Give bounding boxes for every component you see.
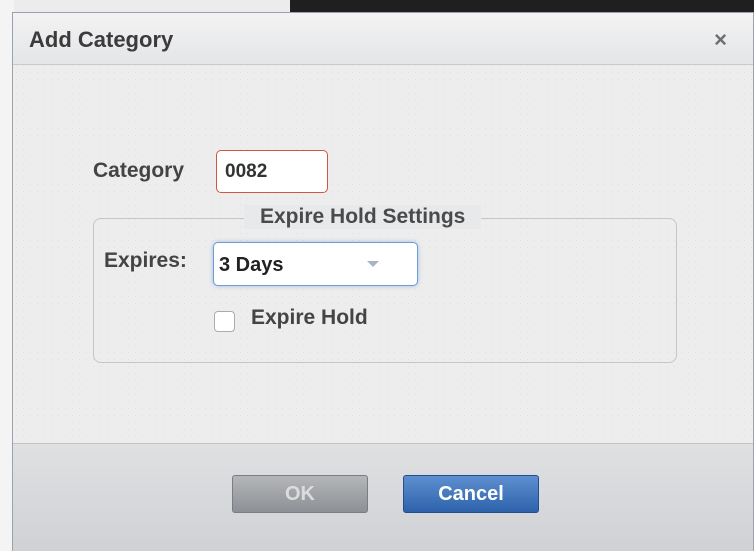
expire-hold-checkbox[interactable] [214, 311, 235, 332]
dialog-titlebar: Add Category × [13, 13, 753, 65]
expires-label: Expires: [104, 249, 187, 272]
cancel-button[interactable]: Cancel [403, 475, 539, 513]
expire-hold-settings-group: Expire Hold Settings Expires: 3 Days Exp… [93, 205, 677, 363]
expires-selected-value: 3 Days [219, 254, 284, 276]
expire-hold-label[interactable]: Expire Hold [251, 306, 368, 330]
category-input[interactable] [216, 150, 328, 193]
close-icon[interactable]: × [714, 27, 727, 53]
fieldset-legend: Expire Hold Settings [244, 205, 482, 229]
dialog-footer: OK Cancel [13, 443, 753, 551]
category-label: Category [93, 159, 185, 182]
chevron-down-icon [367, 261, 379, 267]
add-category-dialog: Add Category × Category Expire Hold Sett… [12, 12, 754, 551]
expires-dropdown[interactable]: 3 Days [213, 242, 418, 286]
dialog-title: Add Category [29, 27, 174, 52]
ok-button[interactable]: OK [232, 475, 368, 513]
background-app-strip [290, 0, 754, 12]
